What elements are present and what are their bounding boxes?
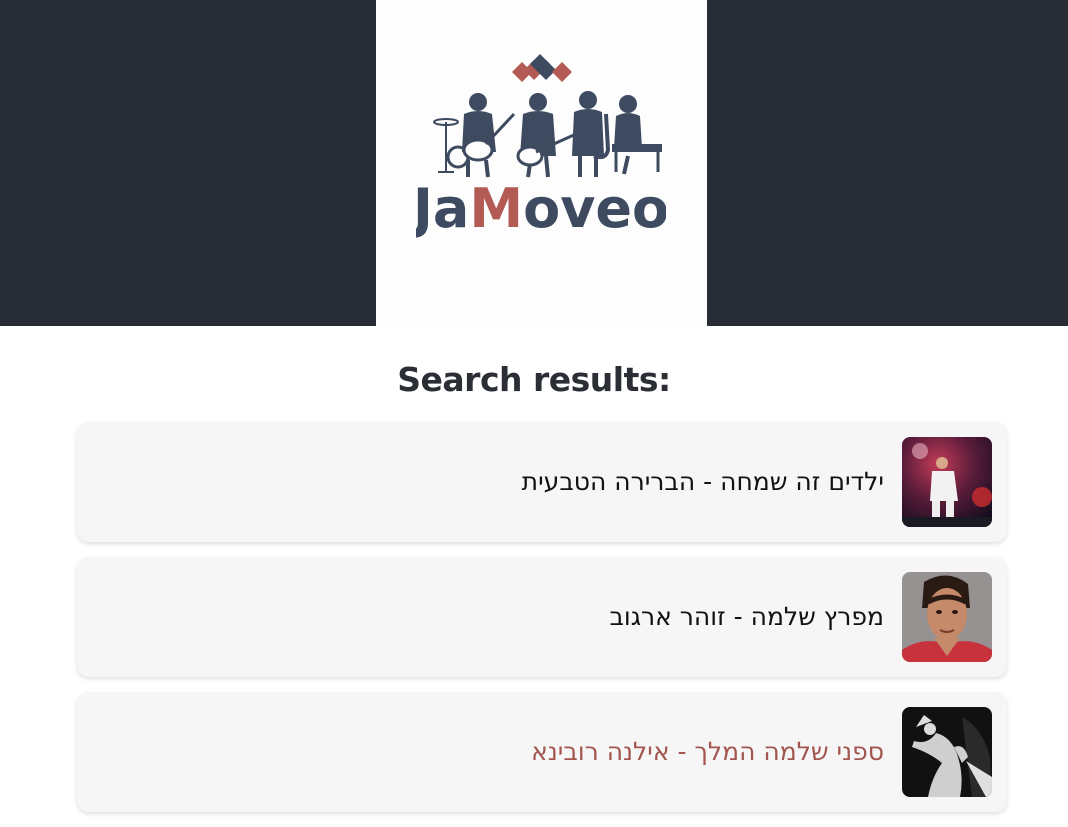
song-thumbnail <box>902 437 992 527</box>
singer-portrait-image <box>902 572 992 662</box>
jamoveo-logo: JaMoveo <box>416 54 666 238</box>
singer-silhouette-image <box>902 707 992 797</box>
song-title: מפרץ שלמה - זוהר ארגוב <box>609 602 884 631</box>
result-card[interactable]: ספני שלמה המלך - אילנה רובינא <box>77 692 1007 812</box>
song-title: ספני שלמה המלך - אילנה רובינא <box>531 737 884 766</box>
band-illustration <box>433 91 662 178</box>
header-banner: JaMoveo <box>0 0 1068 326</box>
result-card[interactable]: מפרץ שלמה - זוהר ארגוב <box>77 557 1007 677</box>
song-thumbnail <box>902 707 992 797</box>
logo-container: JaMoveo <box>376 0 707 326</box>
concert-photo-image <box>902 437 992 527</box>
diamond-icon <box>512 54 572 82</box>
result-card[interactable]: ילדים זה שמחה - הברירה הטבעית <box>77 422 1007 542</box>
search-results-heading: Search results: <box>397 360 671 399</box>
search-results-list: ילדים זה שמחה - הברירה הטבעית מפרץ שלמה … <box>77 422 1007 827</box>
logo-wordmark: JaMoveo <box>416 177 666 238</box>
song-thumbnail <box>902 572 992 662</box>
song-title: ילדים זה שמחה - הברירה הטבעית <box>521 467 884 496</box>
